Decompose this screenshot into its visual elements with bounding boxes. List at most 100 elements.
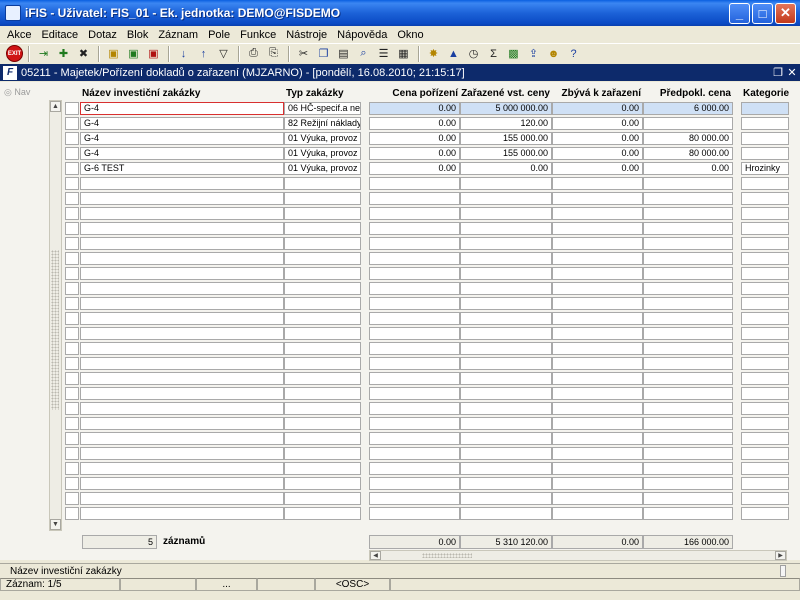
cell-name[interactable]: G-4	[80, 147, 284, 160]
cell-category[interactable]	[741, 447, 789, 460]
cell-expected[interactable]	[643, 327, 733, 340]
cell-entered[interactable]	[460, 492, 552, 505]
cell-cost[interactable]	[369, 432, 460, 445]
cell-expected[interactable]	[643, 282, 733, 295]
excel-icon[interactable]: ▩	[504, 45, 523, 62]
cell-type[interactable]	[284, 417, 361, 430]
cell-remaining[interactable]: 0.00	[552, 147, 643, 160]
cell-name[interactable]	[80, 297, 284, 310]
cell-name[interactable]	[80, 192, 284, 205]
cell-name[interactable]	[80, 267, 284, 280]
sort-asc-icon[interactable]: ↓	[174, 45, 193, 62]
cell-entered[interactable]	[460, 387, 552, 400]
cell-expected[interactable]	[643, 477, 733, 490]
column-header-category[interactable]: Kategorie	[743, 88, 789, 99]
row-indicator[interactable]	[65, 507, 79, 520]
cell-type[interactable]	[284, 477, 361, 490]
row-indicator[interactable]	[65, 447, 79, 460]
delete-record-icon[interactable]: ✖	[74, 45, 93, 62]
cell-expected[interactable]	[643, 447, 733, 460]
scroll-down-icon[interactable]: ▼	[50, 519, 61, 530]
cell-name[interactable]	[80, 387, 284, 400]
cell-remaining[interactable]	[552, 237, 643, 250]
cell-cost[interactable]: 0.00	[369, 117, 460, 130]
cell-type[interactable]: 01 Výuka, provoz (c	[284, 162, 361, 175]
menu-item[interactable]: Nástroje	[281, 29, 332, 41]
cell-type[interactable]	[284, 402, 361, 415]
cell-expected[interactable]	[643, 207, 733, 220]
cell-remaining[interactable]	[552, 222, 643, 235]
cell-category[interactable]	[741, 252, 789, 265]
cell-remaining[interactable]	[552, 327, 643, 340]
row-indicator[interactable]	[65, 237, 79, 250]
cell-cost[interactable]	[369, 492, 460, 505]
column-header-entered[interactable]: Zařazené vst. ceny	[461, 88, 550, 99]
cell-name[interactable]	[80, 432, 284, 445]
cell-cost[interactable]	[369, 357, 460, 370]
cell-type[interactable]	[284, 207, 361, 220]
cell-category[interactable]	[741, 177, 789, 190]
chart-icon[interactable]: ▲	[444, 45, 463, 62]
save-next-icon[interactable]: ▣	[124, 45, 143, 62]
cell-cost[interactable]: 0.00	[369, 132, 460, 145]
cell-remaining[interactable]: 0.00	[552, 162, 643, 175]
cell-name[interactable]	[80, 177, 284, 190]
cell-remaining[interactable]	[552, 207, 643, 220]
row-indicator[interactable]	[65, 117, 79, 130]
cell-expected[interactable]	[643, 342, 733, 355]
cell-cost[interactable]	[369, 342, 460, 355]
column-header-remaining[interactable]: Zbývá k zařazení	[553, 88, 641, 99]
cell-entered[interactable]: 120.00	[460, 117, 552, 130]
row-indicator[interactable]	[65, 342, 79, 355]
cell-category[interactable]	[741, 417, 789, 430]
cell-expected[interactable]	[643, 177, 733, 190]
horizontal-scrollbar[interactable]: ◀ ▶	[369, 550, 787, 561]
cell-name[interactable]: G-4	[80, 132, 284, 145]
cell-name[interactable]	[80, 282, 284, 295]
cell-cost[interactable]	[369, 462, 460, 475]
exit-button[interactable]: EXIT	[6, 45, 23, 62]
copy-icon[interactable]: ❐	[314, 45, 333, 62]
row-indicator[interactable]	[65, 252, 79, 265]
cell-expected[interactable]	[643, 372, 733, 385]
cell-expected[interactable]: 80 000.00	[643, 132, 733, 145]
cell-expected[interactable]	[643, 117, 733, 130]
cell-entered[interactable]	[460, 312, 552, 325]
cell-name[interactable]	[80, 252, 284, 265]
maximize-button[interactable]: □	[752, 2, 773, 24]
cell-cost[interactable]	[369, 237, 460, 250]
cell-remaining[interactable]: 0.00	[552, 132, 643, 145]
row-indicator[interactable]	[65, 207, 79, 220]
cell-category[interactable]	[741, 282, 789, 295]
cell-remaining[interactable]: 0.00	[552, 102, 643, 115]
cell-entered[interactable]	[460, 222, 552, 235]
close-button[interactable]: ✕	[775, 2, 796, 24]
cell-entered[interactable]: 155 000.00	[460, 132, 552, 145]
cell-name[interactable]: G-4	[80, 102, 284, 115]
cell-name[interactable]	[80, 237, 284, 250]
row-indicator[interactable]	[65, 297, 79, 310]
cell-cost[interactable]	[369, 192, 460, 205]
cell-remaining[interactable]	[552, 177, 643, 190]
cell-type[interactable]	[284, 282, 361, 295]
nav-label[interactable]: ◎ Nav	[4, 87, 30, 98]
cell-category[interactable]	[741, 357, 789, 370]
menu-item[interactable]: Dotaz	[83, 29, 122, 41]
paste-icon[interactable]: ▤	[334, 45, 353, 62]
cell-expected[interactable]	[643, 432, 733, 445]
menu-item[interactable]: Blok	[122, 29, 153, 41]
cell-category[interactable]	[741, 507, 789, 520]
row-indicator[interactable]	[65, 432, 79, 445]
cell-entered[interactable]	[460, 237, 552, 250]
cell-remaining[interactable]	[552, 312, 643, 325]
row-indicator[interactable]	[65, 402, 79, 415]
cell-category[interactable]	[741, 102, 789, 115]
cell-entered[interactable]	[460, 417, 552, 430]
menu-item[interactable]: Záznam	[153, 29, 203, 41]
cell-entered[interactable]: 155 000.00	[460, 147, 552, 160]
user-help-icon[interactable]: ☻	[544, 45, 563, 62]
cell-cost[interactable]	[369, 312, 460, 325]
cell-category[interactable]	[741, 117, 789, 130]
print-preview-icon[interactable]: ⎘	[264, 45, 283, 62]
cell-entered[interactable]	[460, 432, 552, 445]
